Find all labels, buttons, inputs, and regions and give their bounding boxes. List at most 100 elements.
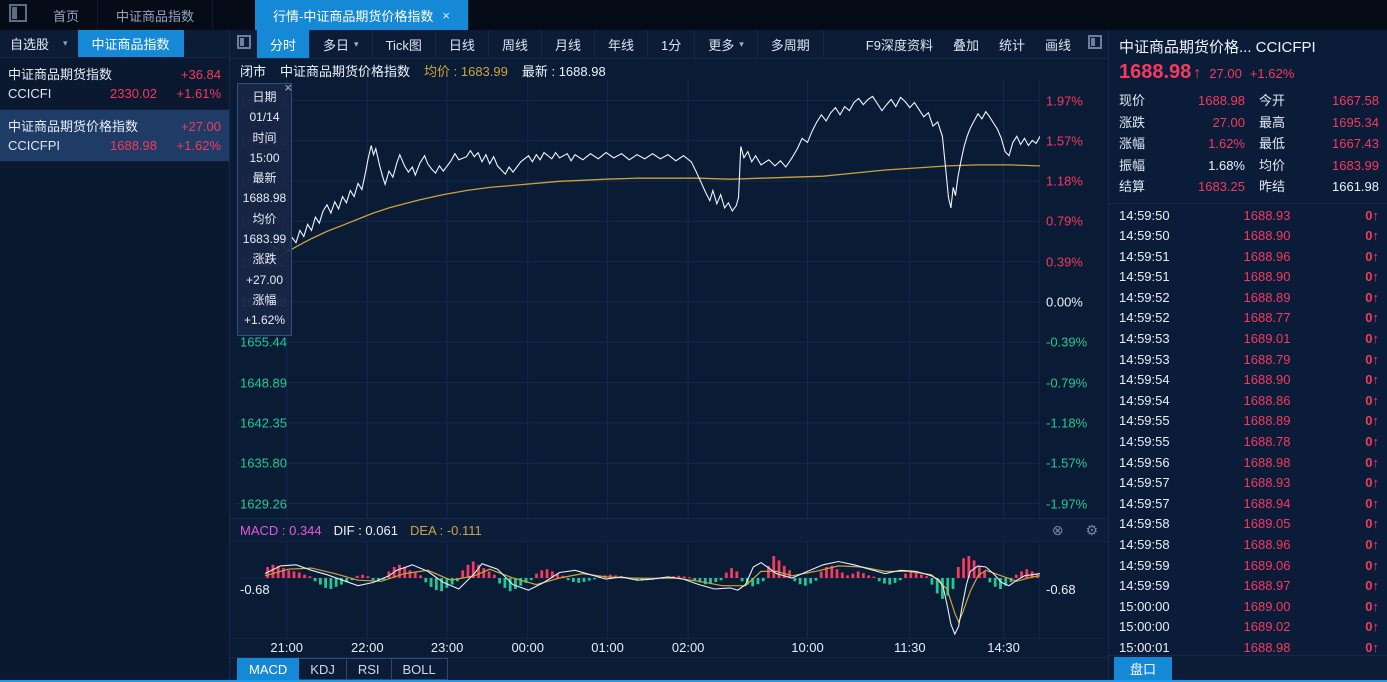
toolbar-button-Tick图[interactable]: Tick图: [373, 30, 436, 58]
macd-value: MACD : 0.344: [240, 522, 322, 538]
tab-close-icon[interactable]: ×: [442, 8, 450, 23]
indicator-tab-MACD[interactable]: MACD: [237, 658, 300, 680]
tooltip-cell: +27.00: [245, 272, 284, 287]
indicator-settings-icon[interactable]: ⚙: [1085, 522, 1098, 539]
y-axis-pct-label: 1.57%: [1046, 133, 1083, 149]
tick-row: 14:59:59 1688.97 0↑: [1119, 576, 1379, 597]
tab-csi-commodity-index[interactable]: 中证商品指数: [98, 0, 214, 30]
tick-volume: 0↑: [1365, 310, 1379, 326]
tick-row: 15:00:00 1689.00 0↑: [1119, 597, 1379, 618]
y-axis-pct-label: -1.57%: [1046, 455, 1088, 471]
tick-row: 14:59:54 1688.86 0↑: [1119, 391, 1379, 412]
quote-label: 涨幅: [1119, 136, 1146, 151]
chevron-down-icon: ▾: [354, 38, 359, 49]
tick-volume: 0↑: [1365, 351, 1379, 367]
toolbar-button-label: 周线: [501, 37, 528, 53]
window-layout-icon[interactable]: [9, 4, 27, 22]
last-price: 1688.98: [1119, 61, 1192, 83]
quote-value: 1683.25: [1198, 179, 1245, 194]
instrument-name: 中证商品期货价格指数: [8, 119, 139, 134]
toolbar-button-月线[interactable]: 月线: [542, 30, 595, 58]
last-value: 1688.98: [558, 63, 606, 79]
macd-scale-right: -0.68: [1046, 582, 1076, 597]
collapse-sidebar-icon[interactable]: [237, 35, 251, 49]
indicator-tabs: MACD KDJ RSI BOLL: [230, 657, 1108, 680]
toolbar-button-多日[interactable]: 多日 ▾: [310, 30, 373, 58]
tab-quote-active[interactable]: 行情-中证商品期货价格指数 ×: [255, 0, 469, 30]
tooltip-rows: 日期 01/14 时间 15:00 最新 1688.98 均价 1683.99 涨跌 +27.00…: [238, 87, 291, 331]
y-axis-price-label: 1648.89: [240, 375, 287, 391]
tick-volume: 0↑: [1365, 557, 1379, 573]
toolbar-tool-画线[interactable]: 画线: [1035, 30, 1081, 58]
intraday-chart[interactable]: [237, 80, 1040, 518]
toolbar-button-年线[interactable]: 年线: [595, 30, 648, 58]
tick-volume: 0↑: [1365, 475, 1379, 491]
watchlist-item[interactable]: 中证商品期货指数 +36.84 CCICFI 2330.02 +1.61%: [0, 58, 229, 110]
toolbar-tool-叠加[interactable]: 叠加: [943, 30, 989, 58]
period-buttons: 分时 多日 ▾ Tick图 日线 周线 月线 年线 1分 更多 ▾ 多周期: [257, 30, 824, 58]
indicator-tab-KDJ[interactable]: KDJ: [299, 658, 347, 680]
quote-label: 涨跌: [1119, 114, 1146, 130]
watchlist: 中证商品期货指数 +36.84 CCICFI 2330.02 +1.61% 中证商品期货价…: [0, 58, 229, 162]
tab-home[interactable]: 首页: [35, 0, 99, 30]
toolbar-button-周线[interactable]: 周线: [489, 30, 542, 58]
price-change-pct: +1.62%: [1249, 66, 1295, 81]
toolbar-tool-统计[interactable]: 统计: [989, 30, 1035, 58]
tick-time: 14:59:50: [1119, 228, 1170, 244]
toolbar-button-1分[interactable]: 1分: [648, 30, 696, 58]
watchlist-item-row1: 中证商品期货价格指数 +27.00: [8, 117, 221, 136]
tick-list[interactable]: 14:59:50 1688.93 0↑ 14:59:50 1688.90 0↑ 14:59:…: [1109, 204, 1387, 659]
tooltip-cell: 日期: [252, 90, 277, 104]
macd-pane[interactable]: [237, 542, 1040, 638]
toolbar-button-分时[interactable]: 分时: [257, 30, 311, 58]
indicator-tab-RSI[interactable]: RSI: [346, 658, 392, 680]
toolbar-button-多周期[interactable]: 多周期: [758, 30, 824, 58]
y-axis-price-label: 1635.80: [240, 455, 287, 471]
group-selector-dropdown[interactable]: 自选股 ▾: [0, 30, 78, 57]
tick-row: 14:59:50 1688.93 0↑: [1119, 206, 1379, 227]
tab-home-label: 首页: [53, 8, 80, 24]
tick-volume: 0↑: [1365, 207, 1379, 223]
close-indicator-icon[interactable]: ⊗: [1052, 522, 1064, 539]
tick-price: 1688.90: [1243, 372, 1291, 388]
tick-row: 14:59:54 1688.90 0↑: [1119, 370, 1379, 391]
quote-panel-footer: 盘口: [1109, 655, 1387, 680]
instrument-pct: +1.61%: [176, 86, 221, 101]
group-tab-label: 中证商品指数: [91, 37, 170, 52]
indicator-tab-BOLL[interactable]: BOLL: [391, 658, 448, 680]
group-tab-active[interactable]: 中证商品指数: [77, 30, 184, 57]
tooltip-close-icon[interactable]: ×: [284, 81, 292, 94]
dif-value: DIF : 0.061: [333, 522, 398, 538]
tick-row: 14:59:58 1688.96 0↑: [1119, 535, 1379, 556]
tick-time: 14:59:55: [1119, 434, 1170, 450]
quote-row: 涨跌 27.00 最高 1695.34: [1119, 112, 1379, 134]
y-axis-pct-label: 0.79%: [1046, 213, 1083, 229]
quote-value: 1667.58: [1332, 93, 1379, 108]
collapse-right-panel-icon[interactable]: [1088, 35, 1102, 49]
tick-row: 14:59:58 1689.05 0↑: [1119, 514, 1379, 535]
quote-panel: 中证商品期货价格... CCICFPI 1688.98 ↑ 27.00 +1.6…: [1108, 30, 1387, 680]
tick-price: 1689.06: [1243, 557, 1291, 573]
watchlist-item[interactable]: 中证商品期货价格指数 +27.00 CCICFPI 1688.98 +1.62%: [0, 110, 229, 162]
toolbar-button-日线[interactable]: 日线: [436, 30, 489, 58]
tick-row: 14:59:57 1688.93 0↑: [1119, 473, 1379, 494]
tooltip-cell: 1688.98: [242, 191, 287, 206]
tab-pankou[interactable]: 盘口: [1114, 656, 1173, 680]
quote-gap: [1245, 90, 1259, 112]
tick-volume: 0↑: [1365, 516, 1379, 532]
toolbar-button-更多[interactable]: 更多 ▾: [695, 30, 758, 58]
toolbar-tool-F9深度资料[interactable]: F9深度资料: [856, 30, 943, 58]
tick-row: 14:59:55 1688.78 0↑: [1119, 432, 1379, 453]
y-axis-pct-label: 1.18%: [1046, 173, 1083, 189]
chart-toolbar: 分时 多日 ▾ Tick图 日线 周线 月线 年线 1分 更多 ▾ 多周期 F9深度资料 叠加 统计 画线: [230, 30, 1108, 59]
quote-value: 1.62%: [1208, 136, 1245, 151]
tick-price: 1688.96: [1243, 248, 1291, 264]
tick-volume: 0↑: [1365, 434, 1379, 450]
x-axis-row: [230, 638, 1108, 657]
toolbar-button-label: 1分: [660, 37, 682, 53]
tick-price: 1688.90: [1243, 228, 1291, 244]
tick-volume: 0↑: [1365, 537, 1379, 552]
quote-gap: [1245, 176, 1259, 198]
tick-price: 1689.05: [1243, 516, 1291, 532]
toolbar-button-label: 更多: [708, 37, 735, 53]
